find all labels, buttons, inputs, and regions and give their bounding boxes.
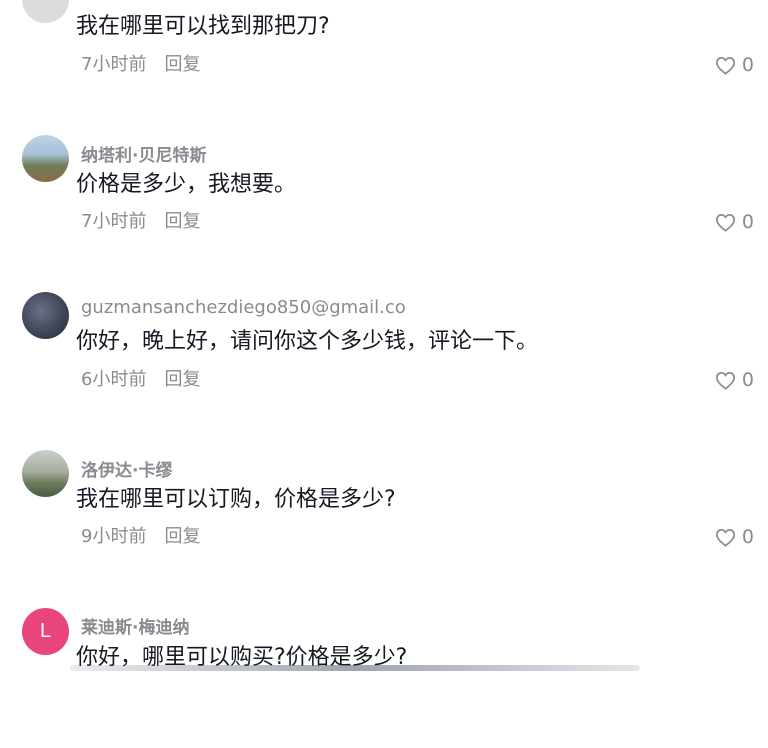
comment-text: 我在哪里可以找到那把刀? (76, 14, 330, 39)
like-button[interactable]: 0 (715, 211, 754, 233)
reply-button[interactable]: 回复 (164, 54, 200, 75)
reply-button[interactable]: 回复 (164, 211, 200, 232)
like-count: 0 (741, 526, 754, 548)
comment-time: 7小时前 (81, 211, 147, 232)
heart-icon (715, 528, 735, 547)
comment-time: 9小时前 (81, 526, 147, 547)
comment-time: 7小时前 (81, 54, 147, 75)
like-count: 0 (741, 54, 754, 76)
comment-item: 洛伊达·卡缪 我在哪里可以订购，价格是多少? 9小时前 回复 0 (0, 450, 768, 590)
avatar[interactable]: L (22, 608, 69, 655)
comment-text: 价格是多少，我想要。 (76, 172, 297, 197)
like-count: 0 (741, 369, 754, 391)
avatar[interactable] (22, 450, 69, 497)
heart-icon (715, 371, 735, 390)
comment-item: L 莱迪斯·梅迪纳 你好，哪里可以购买?价格是多少? (0, 608, 768, 748)
reply-button[interactable]: 回复 (164, 526, 200, 547)
scroll-shadow (70, 665, 640, 671)
like-button[interactable]: 0 (715, 526, 754, 548)
avatar-letter: L (39, 620, 52, 642)
comment-username[interactable]: 纳塔利·贝尼特斯 (81, 141, 206, 166)
comment-meta: 7小时前 回复 (81, 50, 200, 76)
comment-text: 我在哪里可以订购，价格是多少? (76, 487, 396, 512)
comment-time: 6小时前 (81, 369, 147, 390)
comment-text: 你好，晚上好，请问你这个多少钱，评论一下。 (76, 329, 539, 354)
comment-meta: 9小时前 回复 (81, 522, 200, 548)
comment-username[interactable]: 莱迪斯·梅迪纳 (81, 613, 189, 638)
reply-button[interactable]: 回复 (164, 369, 200, 390)
comment-item: guzmansanchezdiego850@gmail.co 你好，晚上好，请问… (0, 292, 768, 432)
comment-item: 纳塔利·贝尼特斯 价格是多少，我想要。 7小时前 回复 0 (0, 135, 768, 275)
avatar[interactable] (22, 292, 69, 339)
like-button[interactable]: 0 (715, 369, 754, 391)
comment-meta: 6小时前 回复 (81, 365, 200, 391)
avatar[interactable] (22, 0, 69, 23)
like-count: 0 (741, 211, 754, 233)
comment-username[interactable]: guzmansanchezdiego850@gmail.co (81, 297, 406, 318)
heart-icon (715, 213, 735, 232)
comment-item: 我在哪里可以找到那把刀? 7小时前 回复 0 (0, 0, 768, 140)
avatar[interactable] (22, 135, 69, 182)
heart-icon (715, 56, 735, 75)
comment-username[interactable]: 洛伊达·卡缪 (81, 456, 172, 481)
comment-meta: 7小时前 回复 (81, 207, 200, 233)
like-button[interactable]: 0 (715, 54, 754, 76)
